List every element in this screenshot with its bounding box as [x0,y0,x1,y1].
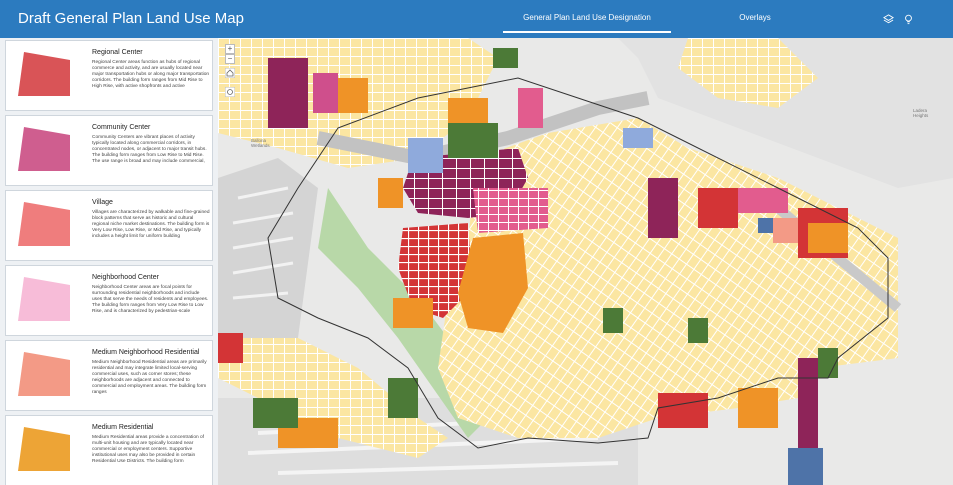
land-use-map[interactable]: Ladera Heights Ballona Wetlands [218,38,953,485]
regional-center-swatch [18,52,70,96]
legend-card-medium-residential[interactable]: Medium Residential Medium Residential ar… [5,415,213,485]
open-space-north [448,123,498,158]
legend-description: Regional Center areas function as hubs o… [92,60,210,89]
legend-title: Regional Center [92,49,143,56]
legend-title: Medium Residential [92,424,154,431]
medium-residential-north [338,78,368,113]
map-canvas[interactable] [218,38,953,485]
legend-card-community-center[interactable]: Community Center Community Centers are v… [5,115,213,186]
medium-residential-west [393,298,433,328]
legend-description: Neighborhood Center areas are focal poin… [92,285,209,314]
medium-neighborhood-residential-swatch [18,352,70,396]
legend-card-regional-center[interactable]: Regional Center Regional Center areas fu… [5,40,213,111]
map-label-wetlands: Ballona Wetlands [251,138,270,148]
public-facilities-northeast [623,128,653,148]
neighborhood-center-east [738,188,788,213]
public-facilities-north [408,138,443,173]
zoom-in-button[interactable]: + [225,44,235,54]
locate-icon[interactable] [225,87,235,97]
legend-description: Medium Neighborhood Residential areas ar… [92,360,207,395]
tab-land-use-designation[interactable]: General Plan Land Use Designation [503,13,671,33]
medium-residential-northwest [378,178,403,208]
legend-description: Community Centers are vibrant places of … [92,135,207,164]
regional-center-south [658,393,708,428]
community-center-west-2 [313,73,338,113]
zoom-controls: + − [225,44,235,64]
legend-title: Village [92,199,113,206]
open-space-central-2 [688,318,708,343]
community-center-west [268,58,308,128]
open-space-southwest [253,398,298,428]
app-root: Draft General Plan Land Use Map General … [0,0,953,485]
medium-neighborhood-residential [773,218,798,243]
regional-center-east [698,188,738,228]
village-swatch [18,202,70,246]
neighborhood-center-core [473,188,548,233]
industrial-south [788,448,823,485]
app-title: Draft General Plan Land Use Map [18,10,244,27]
legend-description: Villages are characterized by walkable a… [92,210,210,239]
legend-title: Neighborhood Center [92,274,159,281]
medium-residential-swatch [18,427,70,471]
public-facilities-east [758,218,773,233]
zoom-out-button[interactable]: − [225,54,235,64]
community-center-east [648,178,678,238]
open-space-north-2 [493,48,518,68]
community-center-swatch [18,127,70,171]
map-label-ladera-heights: Ladera Heights [913,108,929,118]
legend-card-village[interactable]: Village Villages are characterized by wa… [5,190,213,261]
open-space-central [603,308,623,333]
legend-description: Medium Residential areas provide a conce… [92,435,204,464]
medium-residential-south [738,388,778,428]
legend-card-neighborhood-center[interactable]: Neighborhood Center Neighborhood Center … [5,265,213,336]
open-space-south [388,378,418,418]
community-center-south [798,358,818,448]
medium-residential-east [808,223,848,253]
regional-center-west [218,333,243,363]
neighborhood-center-north [518,88,543,128]
layers-icon[interactable] [883,14,894,25]
tab-overlays[interactable]: Overlays [700,13,810,33]
neighborhood-center-swatch [18,277,70,321]
legend-title: Community Center [92,124,151,131]
legend-sidebar[interactable]: Regional Center Regional Center areas fu… [0,38,218,485]
legend-card-medium-neighborhood-residential[interactable]: Medium Neighborhood Residential Medium N… [5,340,213,411]
app-header: Draft General Plan Land Use Map General … [0,0,953,38]
legend-title: Medium Neighborhood Residential [92,349,200,356]
home-icon[interactable] [225,68,235,78]
lightbulb-icon[interactable] [903,14,914,25]
